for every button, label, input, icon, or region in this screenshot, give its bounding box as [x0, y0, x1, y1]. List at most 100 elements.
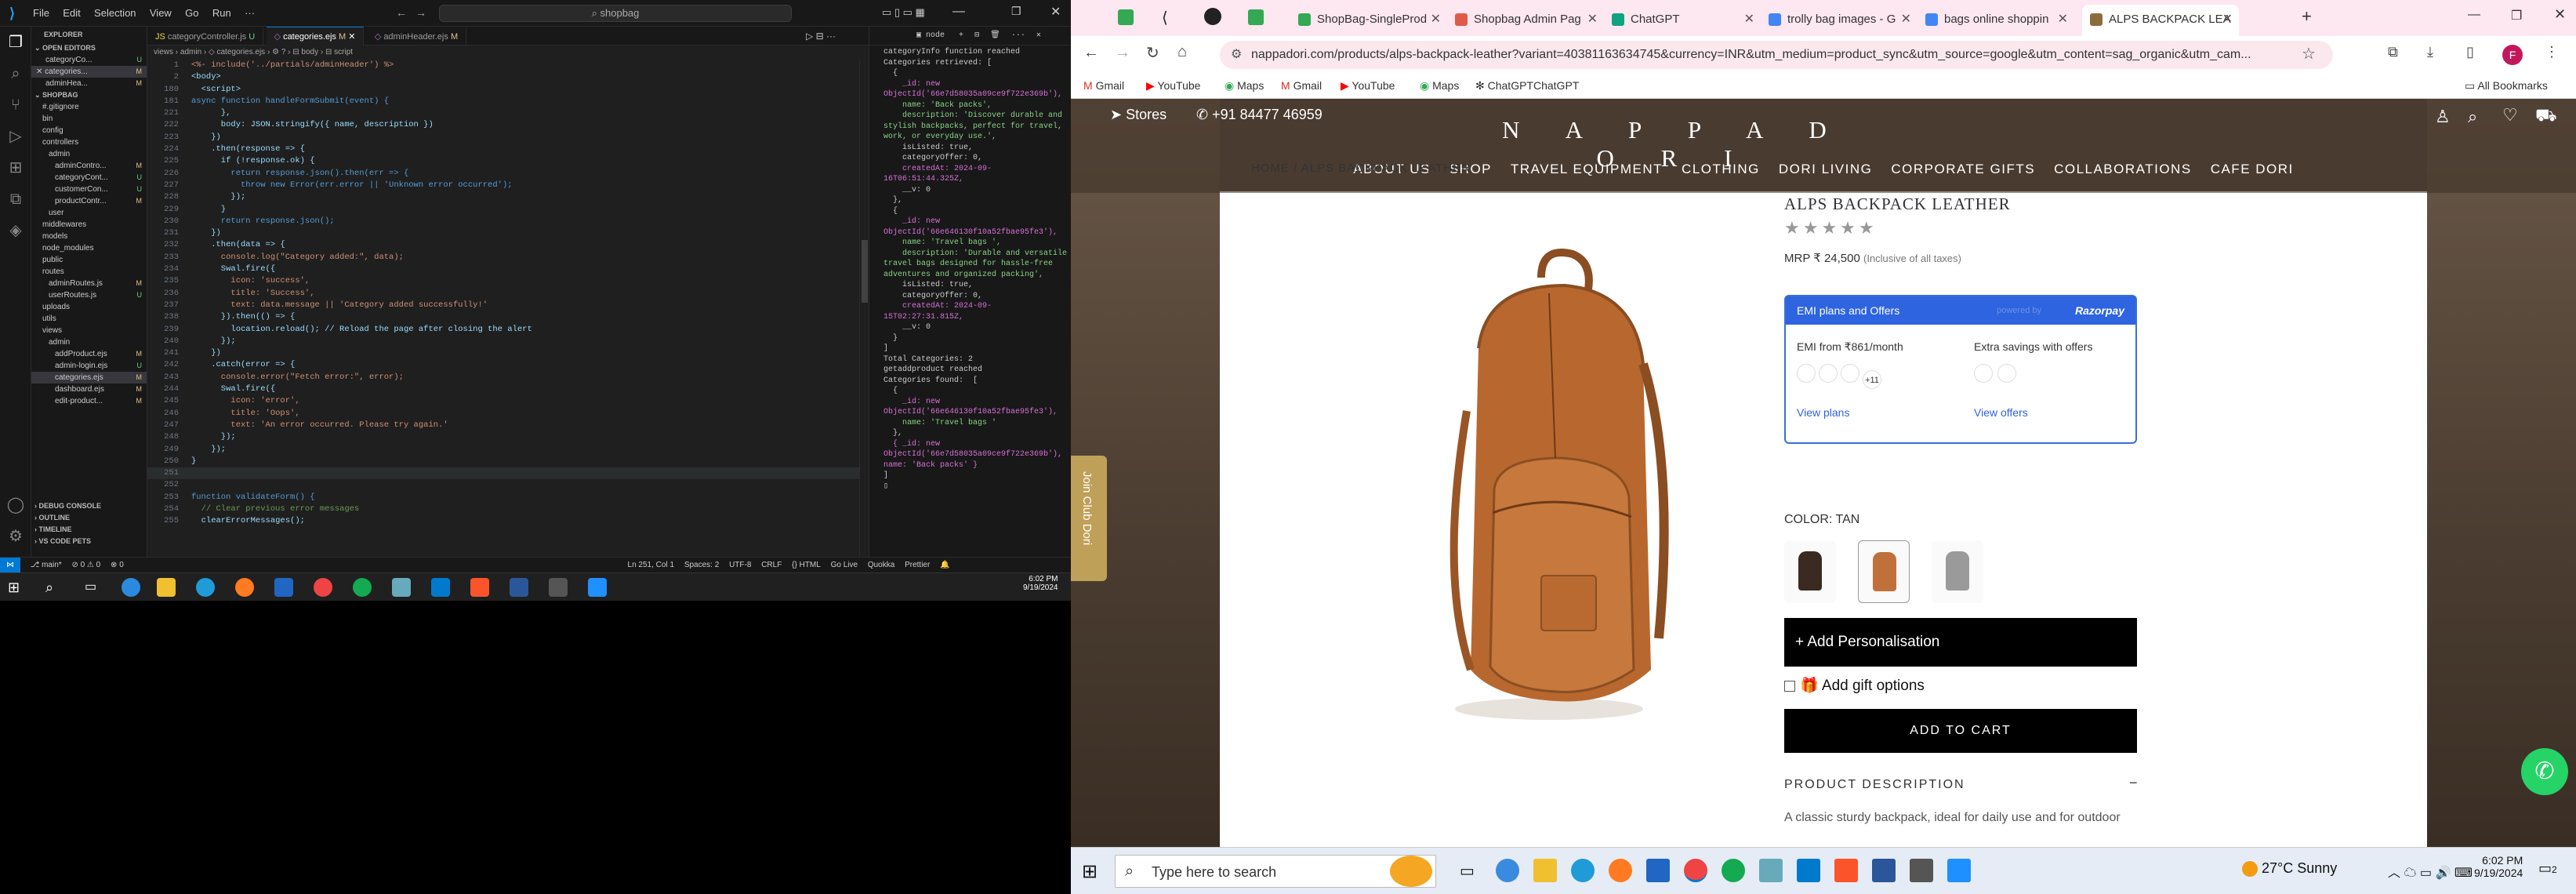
nav-item[interactable]: CORPORATE GIFTS: [1891, 149, 2035, 190]
file-tree-item[interactable]: utils: [31, 313, 147, 325]
side-panel-icon[interactable]: ▯: [2466, 44, 2474, 60]
search-icon[interactable]: ⌕: [0, 58, 31, 89]
minimize-icon[interactable]: —: [2468, 8, 2480, 22]
code-line[interactable]: 255 clearErrorMessages();: [147, 515, 869, 527]
tab-admin-header[interactable]: ◇ adminHeader.ejs M: [367, 27, 467, 46]
new-tab-icon[interactable]: +: [2302, 6, 2312, 27]
download-icon[interactable]: ⤓: [2427, 44, 2433, 60]
code-line[interactable]: 237 text: data.message || 'Category adde…: [147, 300, 869, 311]
whatsapp-button[interactable]: ✆: [2521, 748, 2568, 795]
gear-icon[interactable]: ⚙: [0, 521, 31, 552]
add-to-cart-button[interactable]: ADD TO CART: [1784, 709, 2137, 753]
breadcrumb[interactable]: views › admin › ◇ categories.ejs › ⚙ ? ›…: [147, 45, 869, 60]
language-mode[interactable]: {} HTML: [792, 561, 821, 569]
file-tree-item[interactable]: views: [31, 325, 147, 336]
chrome-icon[interactable]: [314, 578, 332, 597]
open-editor-item[interactable]: categoryCo... U: [31, 54, 147, 66]
file-tree-item[interactable]: admin-login.ejs U: [31, 360, 147, 372]
code-line[interactable]: 181 async function handleFormSubmit(event…: [147, 96, 869, 107]
code-line[interactable]: 228 });: [147, 191, 869, 203]
cart-icon[interactable]: ⛟: [2535, 105, 2557, 128]
problems-status[interactable]: ⊗ 0: [111, 561, 124, 569]
view-plans-link[interactable]: View plans: [1797, 406, 1849, 419]
sheets-icon[interactable]: [1248, 9, 1264, 25]
debug-console-section[interactable]: › DEBUG CONSOLE: [31, 500, 147, 512]
more-menu-icon[interactable]: ···: [245, 7, 255, 19]
code-line[interactable]: 1 <%- include('../partials/adminHeader') …: [147, 60, 869, 71]
code-line[interactable]: 244 Swal.fire({: [147, 383, 869, 395]
file-tree-item[interactable]: adminRoutes.js M: [31, 278, 147, 289]
code-line[interactable]: 240 });: [147, 336, 869, 347]
tab-close-icon[interactable]: ✕: [1431, 5, 1441, 35]
layout-icons[interactable]: ▭ ▯ ▭ ▦: [882, 6, 925, 19]
back-arrow-icon[interactable]: ←: [396, 6, 407, 19]
file-tree-item[interactable]: user: [31, 207, 147, 219]
firefox-icon[interactable]: [1609, 859, 1632, 882]
file-tree-item[interactable]: #.gitignore: [31, 101, 147, 113]
chrome-tab[interactable]: Shopbag Admin Pag ✕: [1447, 5, 1604, 36]
file-tree-item[interactable]: public: [31, 254, 147, 266]
maximize-icon[interactable]: ❐: [2511, 8, 2522, 24]
code-line[interactable]: 235 icon: 'success',: [147, 275, 869, 287]
file-tree-item[interactable]: customerCon... U: [31, 184, 147, 195]
file-tree-item[interactable]: addProduct.ejs M: [31, 348, 147, 360]
bookmark-star-icon[interactable]: ☆: [2302, 44, 2316, 64]
mongodb-icon[interactable]: [353, 578, 372, 597]
code-view[interactable]: 1 <%- include('../partials/adminHeader') …: [147, 60, 869, 557]
left-clock[interactable]: 6:02 PM 9/19/2024: [1023, 575, 1058, 592]
back-arrow-icon[interactable]: ←: [1083, 44, 1099, 62]
code-line[interactable]: 251: [147, 467, 869, 480]
taskbar-search-box[interactable]: ⌕ Type here to search: [1115, 855, 1436, 888]
app-icon[interactable]: [392, 578, 411, 597]
file-tree-item[interactable]: bin: [31, 113, 147, 125]
explorer-icon[interactable]: ❐: [0, 27, 31, 58]
code-line[interactable]: 243 console.error("Fetch error:", error)…: [147, 372, 869, 383]
file-tree-item[interactable]: uploads: [31, 301, 147, 313]
account-icon[interactable]: ♙: [2435, 107, 2451, 127]
edge-icon[interactable]: [196, 578, 215, 597]
code-line[interactable]: 226 return response.json().then(err => {: [147, 168, 869, 180]
open-editors-header[interactable]: ⌄ OPEN EDITORS: [31, 42, 147, 54]
code-line[interactable]: 238 }).then(() => {: [147, 311, 869, 323]
task-view-icon[interactable]: ▭: [1460, 861, 1475, 881]
file-tree-item[interactable]: node_modules: [31, 242, 147, 254]
tab-group-icon[interactable]: ⟨: [1162, 8, 1168, 27]
file-tree-item[interactable]: userRoutes.js U: [31, 289, 147, 301]
menu-view[interactable]: View: [150, 7, 172, 19]
code-line[interactable]: 242 .catch(error => {: [147, 359, 869, 371]
mail-icon[interactable]: [1646, 859, 1670, 882]
tab-close-icon[interactable]: ✕: [2222, 5, 2233, 35]
all-bookmarks[interactable]: ▭ All Bookmarks: [2465, 79, 2548, 93]
file-tree-item[interactable]: config: [31, 125, 147, 136]
taskbar-search-icon[interactable]: ⌕: [45, 578, 64, 597]
camera-icon[interactable]: [549, 578, 568, 597]
file-tree-item[interactable]: admin: [31, 336, 147, 348]
chrome-icon[interactable]: [1684, 859, 1707, 882]
code-line[interactable]: 247 text: 'An error occurred. Please try…: [147, 420, 869, 431]
swatch-grey[interactable]: [1932, 540, 1983, 603]
menu-go[interactable]: Go: [185, 7, 198, 19]
outline-section[interactable]: › OUTLINE: [31, 512, 147, 524]
view-offers-link[interactable]: View offers: [1974, 406, 2028, 419]
swatch-tan[interactable]: [1858, 540, 1910, 603]
code-line[interactable]: 2 <body>: [147, 71, 869, 83]
split-terminal-icon[interactable]: ⊟: [974, 31, 979, 40]
reload-icon[interactable]: ↻: [1146, 43, 1159, 63]
gift-checkbox[interactable]: [1784, 680, 1795, 692]
chrome-tab[interactable]: ALPS BACKPACK LEA ✕: [2082, 5, 2239, 36]
brave-icon[interactable]: [1834, 859, 1858, 882]
command-search[interactable]: ⌕ shopbag: [439, 5, 792, 22]
gift-options[interactable]: 🎁 Add gift options: [1784, 676, 1925, 695]
database-icon[interactable]: ◈: [0, 215, 31, 246]
forward-arrow-icon[interactable]: →: [1115, 44, 1130, 62]
copilot-icon[interactable]: [1496, 859, 1519, 882]
tab-close-icon[interactable]: ✕: [2058, 5, 2068, 35]
file-tree-item[interactable]: controllers: [31, 136, 147, 148]
vscode-taskbar-icon[interactable]: [1797, 859, 1820, 882]
sheets-icon[interactable]: [1118, 9, 1134, 25]
file-tree-item[interactable]: categoryCont... U: [31, 172, 147, 184]
code-line[interactable]: 229 }: [147, 204, 869, 216]
bell-icon[interactable]: 🔔: [940, 561, 949, 569]
nav-item[interactable]: CLOTHING: [1682, 149, 1760, 190]
add-terminal-icon[interactable]: +: [959, 31, 963, 40]
